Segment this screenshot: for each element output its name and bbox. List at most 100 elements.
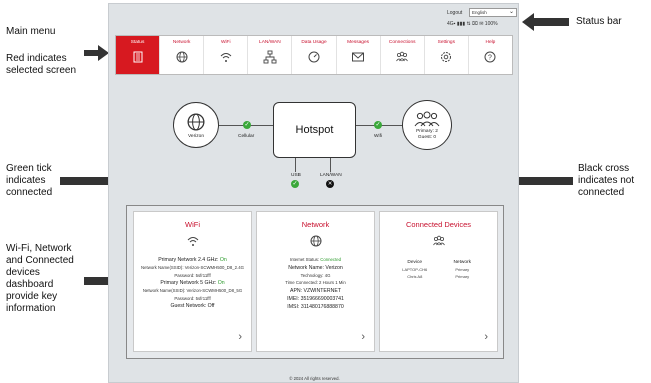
chevron-right-icon[interactable]: › xyxy=(484,331,488,343)
chevron-right-icon[interactable]: › xyxy=(361,331,365,343)
annotation-green-tick: Green tick indicates connected xyxy=(6,163,53,198)
tab-data-usage-label: Data Usage xyxy=(301,40,327,45)
globe-icon xyxy=(310,235,321,247)
wifi-label: Wifi xyxy=(374,134,382,139)
lanwan-label: LAN/WAN xyxy=(320,173,342,178)
time-connected: Time Connected: 2 Hours 1 Min xyxy=(285,280,346,285)
network-technology: Technology: 4G xyxy=(300,272,331,278)
users-icon xyxy=(432,235,445,246)
tab-lanwan[interactable]: LAN/WAN xyxy=(248,36,293,74)
guest-network-status: Guest Network: Off xyxy=(170,303,215,309)
logout-link[interactable]: Logout xyxy=(447,10,462,16)
tab-lanwan-label: LAN/WAN xyxy=(259,40,281,45)
wifi-icon xyxy=(220,53,232,62)
tab-connections[interactable]: Connections xyxy=(381,36,425,74)
lanwan-not-connected-cross-icon: ✕ xyxy=(326,180,334,188)
tab-help-label: Help xyxy=(485,40,496,45)
globe-icon xyxy=(176,51,188,63)
annotation-main-menu: Main menu xyxy=(6,26,56,37)
wifi-card-title: WiFi xyxy=(185,220,200,229)
device-name: LAPTOP-CH6 xyxy=(402,267,428,272)
users-icon xyxy=(396,51,409,62)
lan-icon xyxy=(263,50,277,64)
connection-diagram: Verizon ✓ Cellular Hotspot ✓ Wifi Primar… xyxy=(109,94,520,199)
wifi-24-ssid: Network Name(SSID): Verizon-SCWMH500_D8_… xyxy=(141,265,244,270)
wifi-5-ssid: Network Name(SSID): Verizon-SCWMH500_D8_… xyxy=(142,288,243,293)
wifi-24-status: Primary Network 2.4 GHz: On xyxy=(134,256,251,264)
globe-icon xyxy=(187,113,205,130)
usb-connected-tick-icon: ✓ xyxy=(291,180,299,188)
devices-card-title: Connected Devices xyxy=(405,220,472,229)
status-icon xyxy=(133,51,143,63)
apn: APN: VZWINTERNET xyxy=(289,287,341,294)
hotspot-label: Hotspot xyxy=(295,124,334,136)
arrow-right-menu xyxy=(84,45,109,61)
arrow-left-status xyxy=(522,13,569,31)
svg-text:?: ? xyxy=(488,55,492,62)
wifi-icon xyxy=(187,237,198,246)
wifi-5-status: Primary Network 5 GHz: On xyxy=(134,279,251,287)
network-card[interactable]: Network Internet Status: Connected Netwo… xyxy=(256,211,375,352)
carrier-name: Verizon xyxy=(188,133,204,139)
wifi-5-state: On xyxy=(217,280,225,286)
language-value: English xyxy=(472,10,487,15)
wifi-24-label: Primary Network 2.4 GHz: xyxy=(158,257,219,263)
tab-messages[interactable]: Messages xyxy=(337,36,381,74)
network-column-header: Network xyxy=(453,260,472,265)
status-icons: 4G▪ ▮▮▮ ⇅ ⌧ ✉ 100% xyxy=(447,21,498,27)
carrier-node: Verizon xyxy=(173,102,219,148)
wifi-24-password: Password: 5sfr11fff xyxy=(174,272,211,278)
gear-icon xyxy=(441,52,452,62)
connected-devices-card[interactable]: Connected Devices Device Network LAPTOP-… xyxy=(379,211,498,352)
imsi: IMSI: 311480176888870 xyxy=(287,303,344,310)
annotation-black-cross: Black cross indicates not connected xyxy=(578,163,635,198)
wifi-5-password: Password: 5sfr11fff xyxy=(174,295,211,301)
tab-wifi[interactable]: WiFi xyxy=(204,36,249,74)
lanwan-link xyxy=(330,158,331,172)
tab-network-label: Network xyxy=(172,40,191,45)
network-card-title: Network xyxy=(301,220,330,229)
envelope-icon xyxy=(352,52,365,62)
primary-count: Primary: 2 xyxy=(416,128,438,134)
language-select[interactable]: English ⌄ xyxy=(469,8,517,17)
tab-network[interactable]: Network xyxy=(160,36,205,74)
help-icon: ? xyxy=(484,51,496,63)
network-name: Network Name: Verizon xyxy=(288,264,343,271)
chevron-down-icon: ⌄ xyxy=(508,9,514,15)
clients-node: Primary: 2 Guest: 0 xyxy=(402,100,452,150)
cellular-label: Cellular xyxy=(238,134,255,139)
annotation-status-bar: Status bar xyxy=(576,16,622,27)
usb-label: USB xyxy=(291,173,301,178)
tab-status[interactable]: Status xyxy=(116,36,161,74)
users-icon xyxy=(414,111,440,126)
tab-messages-label: Messages xyxy=(347,40,370,45)
footer-copyright: © 2024 All rights reserved. xyxy=(289,376,340,381)
annotation-red-selected: Red indicates selected screen xyxy=(6,53,77,76)
device-network: Primary xyxy=(455,274,470,279)
devices-table: Device Network LAPTOP-CH6 Primary Chris … xyxy=(391,260,486,279)
tab-settings-label: Settings xyxy=(437,40,455,45)
cellular-connected-tick-icon: ✓ xyxy=(243,121,251,129)
wifi-5-label: Primary Network 5 GHz: xyxy=(160,280,217,286)
tab-settings[interactable]: Settings xyxy=(425,36,469,74)
device-screen: Logout English ⌄ 4G▪ ▮▮▮ ⇅ ⌧ ✉ 100% Stat… xyxy=(108,3,519,383)
tab-status-label: Status xyxy=(130,40,145,45)
wifi-connected-tick-icon: ✓ xyxy=(374,121,382,129)
guest-count: Guest: 0 xyxy=(417,134,437,140)
hotspot-node: Hotspot xyxy=(273,102,356,158)
status-bar: Logout English ⌄ 4G▪ ▮▮▮ ⇅ ⌧ ✉ 100% xyxy=(109,4,518,34)
chevron-right-icon[interactable]: › xyxy=(238,331,242,343)
tab-connections-label: Connections xyxy=(388,40,416,45)
tab-help[interactable]: Help ? xyxy=(469,36,512,74)
tab-data-usage[interactable]: Data Usage xyxy=(292,36,337,74)
annotation-dashboard: Wi-Fi, Network and Connected devices das… xyxy=(6,243,74,314)
gauge-icon xyxy=(308,51,320,63)
device-network: Primary xyxy=(455,267,470,272)
internet-status-label: Internet Status: xyxy=(289,257,320,262)
imei: IMEI: 351966690003741 xyxy=(287,295,344,302)
wifi-card[interactable]: WiFi Primary Network 2.4 GHz: On Network… xyxy=(133,211,252,352)
internet-status: Internet Status: Connected xyxy=(257,256,374,264)
tab-wifi-label: WiFi xyxy=(220,40,231,45)
usb-link xyxy=(295,158,296,172)
dashboard-panel: WiFi Primary Network 2.4 GHz: On Network… xyxy=(126,205,504,359)
